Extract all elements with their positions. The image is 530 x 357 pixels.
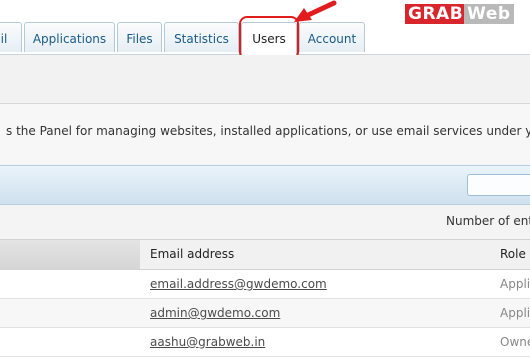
entries-label: Number of ent (446, 214, 530, 228)
tab-applications[interactable]: Applications (24, 22, 115, 52)
role-cell: Owne (500, 335, 530, 349)
column-header-email[interactable]: Email address (150, 247, 234, 261)
tab-mail[interactable]: il (0, 22, 22, 52)
search-input[interactable] (467, 174, 530, 196)
red-arrow-icon (294, 0, 337, 22)
email-link[interactable]: admin@gwdemo.com (150, 306, 280, 320)
description-text: s the Panel for managing websites, insta… (6, 124, 530, 138)
tab-account[interactable]: Account (299, 22, 365, 52)
email-link[interactable]: email.address@gwdemo.com (150, 277, 327, 291)
sorted-column-header[interactable] (0, 240, 140, 269)
entries-row: Number of ent (0, 205, 530, 239)
description-panel: s the Panel for managing websites, insta… (0, 104, 530, 164)
users-table: Email address Role email.address@gwdemo.… (0, 239, 530, 357)
tab-statistics[interactable]: Statistics (164, 22, 239, 52)
table-row: aashu@grabweb.in Owne (0, 328, 530, 357)
header-band (0, 55, 530, 104)
email-link[interactable]: aashu@grabweb.in (150, 335, 265, 349)
table-row: admin@gwdemo.com Appli (0, 299, 530, 328)
tab-files[interactable]: Files (117, 22, 162, 52)
list-toolbar (0, 165, 530, 205)
role-cell: Appli (500, 277, 530, 291)
table-row: email.address@gwdemo.com Appli (0, 270, 530, 299)
table-header: Email address Role (0, 239, 530, 270)
role-cell: Appli (500, 306, 530, 320)
column-header-role[interactable]: Role (500, 247, 526, 261)
grabweb-logo: GRAB Web (405, 3, 527, 25)
